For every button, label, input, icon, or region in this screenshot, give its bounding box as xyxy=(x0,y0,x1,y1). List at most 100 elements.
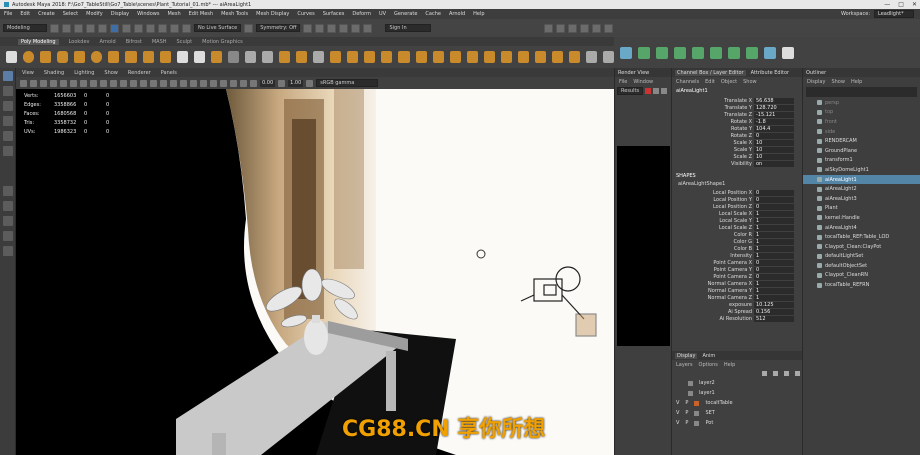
render-region-icon[interactable] xyxy=(653,88,660,94)
channel-menu-show[interactable]: Show xyxy=(743,79,757,85)
toggle-panel-icon[interactable] xyxy=(556,23,566,33)
anti-aliasing-icon[interactable] xyxy=(200,79,207,87)
textured-icon[interactable] xyxy=(150,79,157,87)
redo-icon[interactable] xyxy=(98,23,107,33)
super-shape-icon[interactable] xyxy=(159,51,171,63)
uv-orient-icon[interactable] xyxy=(728,46,740,59)
channel-value-field[interactable]: 0 xyxy=(754,266,794,273)
channel-row[interactable]: Visibility on xyxy=(672,160,802,167)
channel-row[interactable]: Scale Z 10 xyxy=(672,153,802,160)
menu-item-deform[interactable]: Deform xyxy=(352,11,371,17)
viewport-menu-show[interactable]: Show xyxy=(104,70,118,76)
isolate-select-icon[interactable] xyxy=(210,79,217,87)
render-setup-icon[interactable] xyxy=(351,23,361,33)
toggle-panel-icon[interactable] xyxy=(580,23,590,33)
outliner-item[interactable]: GroundPlane xyxy=(803,146,920,156)
grid-icon[interactable] xyxy=(50,79,57,87)
results-tab[interactable]: Results xyxy=(617,87,644,95)
toggle-panel-icon[interactable] xyxy=(592,23,602,33)
channel-value-field[interactable]: 56.638 xyxy=(754,97,794,104)
channel-row[interactable]: Rotate Z0 xyxy=(672,132,802,139)
shadows-icon[interactable] xyxy=(170,79,177,87)
layer-menu-help[interactable]: Help xyxy=(724,362,735,368)
layer-row[interactable]: V P SET xyxy=(672,408,803,418)
channel-value-field[interactable]: 10 xyxy=(754,139,794,146)
menu-item-create[interactable]: Create xyxy=(38,11,55,17)
fill-hole-icon[interactable] xyxy=(364,51,376,63)
outliner-item[interactable]: aiAreaLight3 xyxy=(803,194,920,204)
channel-row[interactable]: Normal Camera X1 xyxy=(672,280,802,287)
new-layer-icon[interactable] xyxy=(784,371,789,376)
uv-layout-icon[interactable] xyxy=(638,46,650,59)
channel-value-field[interactable]: 512 xyxy=(754,315,794,322)
channel-value-field[interactable]: 1 xyxy=(754,245,794,252)
select-hierarchy-icon[interactable] xyxy=(110,23,119,33)
channel-value-field[interactable]: 1 xyxy=(754,231,794,238)
uv-sew-icon[interactable] xyxy=(692,46,704,59)
menu-item-uv[interactable]: UV xyxy=(379,11,386,17)
open-scene-icon[interactable] xyxy=(62,23,71,33)
channel-row[interactable]: Point Camera Y0 xyxy=(672,266,802,273)
snap-grid-icon[interactable] xyxy=(146,23,155,33)
uv-cut-icon[interactable] xyxy=(674,46,686,59)
layer-playback-toggle[interactable]: P xyxy=(685,420,688,426)
view-transform-dropdown[interactable]: sRGB gamma xyxy=(316,79,379,87)
menu-item-surfaces[interactable]: Surfaces xyxy=(323,11,345,17)
xray-components-icon[interactable] xyxy=(240,79,247,87)
outliner-item[interactable]: Claypot_Clean:ClayPot xyxy=(803,242,920,252)
channel-row[interactable]: Color G1 xyxy=(672,238,802,245)
snapshot-icon[interactable] xyxy=(661,88,668,94)
outliner-item[interactable]: defaultObjectSet xyxy=(803,261,920,271)
poly-sphere-icon[interactable] xyxy=(23,51,35,63)
channel-row[interactable]: Point Camera X0 xyxy=(672,259,802,266)
viewport-menu-renderer[interactable]: Renderer xyxy=(128,70,151,76)
exposure-field[interactable]: 0.00 xyxy=(260,79,276,87)
separate-icon[interactable] xyxy=(244,51,256,63)
gate-mask-icon[interactable] xyxy=(80,79,87,87)
channel-value-field[interactable]: 1 xyxy=(754,238,794,245)
channel-row[interactable]: Ai Resolution 512 xyxy=(672,315,802,322)
layer-visibility-toggle[interactable]: V xyxy=(676,400,679,406)
outliner-item[interactable]: transform1 xyxy=(803,156,920,166)
outliner-item[interactable]: tocalTable_REFRN xyxy=(803,280,920,290)
channel-value-field[interactable]: 1 xyxy=(754,217,794,224)
poly-torus-icon[interactable] xyxy=(91,51,103,63)
channel-row[interactable]: Local Scale Y1 xyxy=(672,217,802,224)
outliner-item[interactable]: persp xyxy=(803,98,920,108)
gamma-icon[interactable] xyxy=(278,79,286,87)
smooth-icon[interactable] xyxy=(261,51,273,63)
texel-density-icon[interactable] xyxy=(764,46,776,59)
menu-item-modify[interactable]: Modify xyxy=(86,11,103,17)
channel-value-field[interactable]: 0 xyxy=(754,203,794,210)
screen-space-ao-icon[interactable] xyxy=(180,79,187,87)
image-plane-icon[interactable] xyxy=(40,79,47,87)
channel-row[interactable]: Translate Z -15.121 xyxy=(672,111,802,118)
menu-item-mesh-tools[interactable]: Mesh Tools xyxy=(221,11,248,17)
channel-row[interactable]: Scale Y 10 xyxy=(672,146,802,153)
wireframe-icon[interactable] xyxy=(120,79,127,87)
channel-row[interactable]: Local Scale Z1 xyxy=(672,224,802,231)
channel-value-field[interactable]: -1.8 xyxy=(754,118,794,125)
field-chart-icon[interactable] xyxy=(90,79,97,87)
channel-row[interactable]: Local Position X0 xyxy=(672,189,802,196)
paint-select-icon[interactable] xyxy=(3,101,13,111)
history-icon[interactable] xyxy=(244,23,254,33)
spin-edge-icon[interactable] xyxy=(534,51,546,63)
outliner-menu-help[interactable]: Help xyxy=(851,79,862,85)
tab-channel-box[interactable]: Channel Box / Layer Editor xyxy=(675,69,746,76)
move-tool-icon[interactable] xyxy=(3,116,13,126)
outliner-search-input[interactable] xyxy=(806,87,917,97)
combine-icon[interactable] xyxy=(227,51,239,63)
layer-playback-toggle[interactable]: P xyxy=(685,400,688,406)
delete-history-icon[interactable] xyxy=(782,46,794,59)
uv-unfold-icon[interactable] xyxy=(656,46,668,59)
channel-row[interactable]: Local Scale X1 xyxy=(672,210,802,217)
viewport-menu-panels[interactable]: Panels xyxy=(161,70,177,76)
render-view-menu-file[interactable]: File xyxy=(619,79,627,85)
quad-draw-icon[interactable] xyxy=(466,51,478,63)
boolean-icon[interactable] xyxy=(279,51,291,63)
layer-row[interactable]: layer1 xyxy=(672,388,803,398)
channel-value-field[interactable]: 1 xyxy=(754,210,794,217)
wireframe-on-shaded-icon[interactable] xyxy=(140,79,147,87)
live-surface-dropdown[interactable]: No Live Surface xyxy=(194,24,242,32)
